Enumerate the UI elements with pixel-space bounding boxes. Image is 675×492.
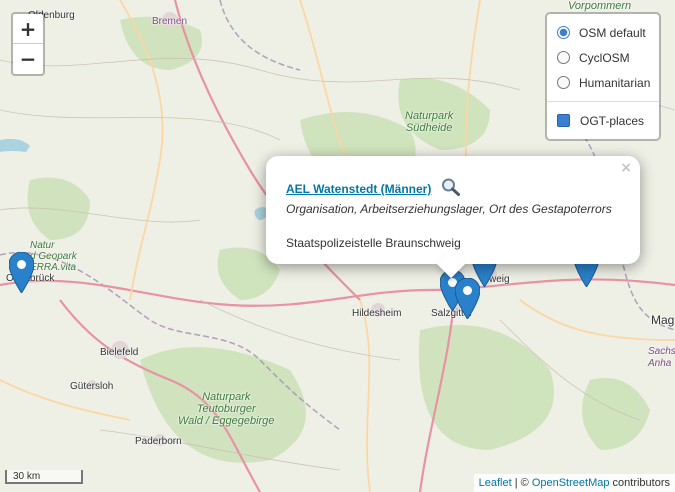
place-label: Naturpark Südheide <box>405 110 454 134</box>
magnifier-icon[interactable] <box>441 178 461 196</box>
place-label: Paderborn <box>135 436 182 447</box>
checkbox-checked[interactable] <box>557 114 570 127</box>
radio-unselected[interactable] <box>557 76 570 89</box>
marker-popup: × AEL Watenstedt (Männer) Organisation, … <box>266 156 640 279</box>
map-pin-icon[interactable] <box>9 252 34 293</box>
attribution-separator: | © <box>511 477 532 489</box>
popup-close-button[interactable]: × <box>620 160 632 176</box>
popup-description: Staatspolizeistelle Braunschweig <box>286 236 461 250</box>
layer-label: Humanitarian <box>579 75 651 90</box>
place-label: Sachs Anha <box>648 346 675 369</box>
place-label: Naturpark Teutoburger Wald / Eggegebirge <box>178 391 275 427</box>
radio-unselected[interactable] <box>557 51 570 64</box>
layer-switcher: OSM default CyclOSM Humanitarian OGT-pla… <box>545 12 661 141</box>
base-layer-humanitarian[interactable]: Humanitarian <box>557 70 659 95</box>
zoom-control: + − <box>11 12 45 76</box>
attribution: Leaflet | © OpenStreetMap contributors <box>473 474 675 492</box>
leaflet-link[interactable]: Leaflet <box>479 477 512 489</box>
popup-content: AEL Watenstedt (Männer) Organisation, Ar… <box>286 178 612 253</box>
popup-title-link[interactable]: AEL Watenstedt (Männer) <box>286 182 431 196</box>
place-label: Bremen <box>152 16 188 27</box>
layer-label: OGT-places <box>580 113 645 128</box>
map-view[interactable]: Oldenburg Bremen Naturpark Südheide Vorp… <box>0 0 675 492</box>
radio-selected[interactable] <box>557 26 570 39</box>
layer-label: OSM default <box>579 25 646 40</box>
base-layer-osm-default[interactable]: OSM default <box>557 20 659 45</box>
overlay-ogt-places[interactable]: OGT-places <box>557 108 659 133</box>
layer-separator <box>547 101 659 102</box>
place-label: Gütersloh <box>70 381 114 392</box>
place-label: Bielefeld <box>100 347 139 358</box>
base-layer-cyclosm[interactable]: CyclOSM <box>557 45 659 70</box>
place-label: Vorpommern <box>568 0 632 12</box>
place-label: Hildesheim <box>352 308 402 319</box>
attribution-suffix: contributors <box>609 477 670 489</box>
place-label: Natur d Geopark ERRA.vita <box>30 240 77 273</box>
scale-bar: 30 km <box>5 470 83 484</box>
zoom-out-button[interactable]: − <box>13 44 43 74</box>
zoom-in-button[interactable]: + <box>13 14 43 44</box>
popup-categories: Organisation, Arbeitserziehungslager, Or… <box>286 202 612 216</box>
layer-label: CyclOSM <box>579 50 630 65</box>
place-label: Mag <box>651 313 675 327</box>
osm-link[interactable]: OpenStreetMap <box>532 477 610 489</box>
